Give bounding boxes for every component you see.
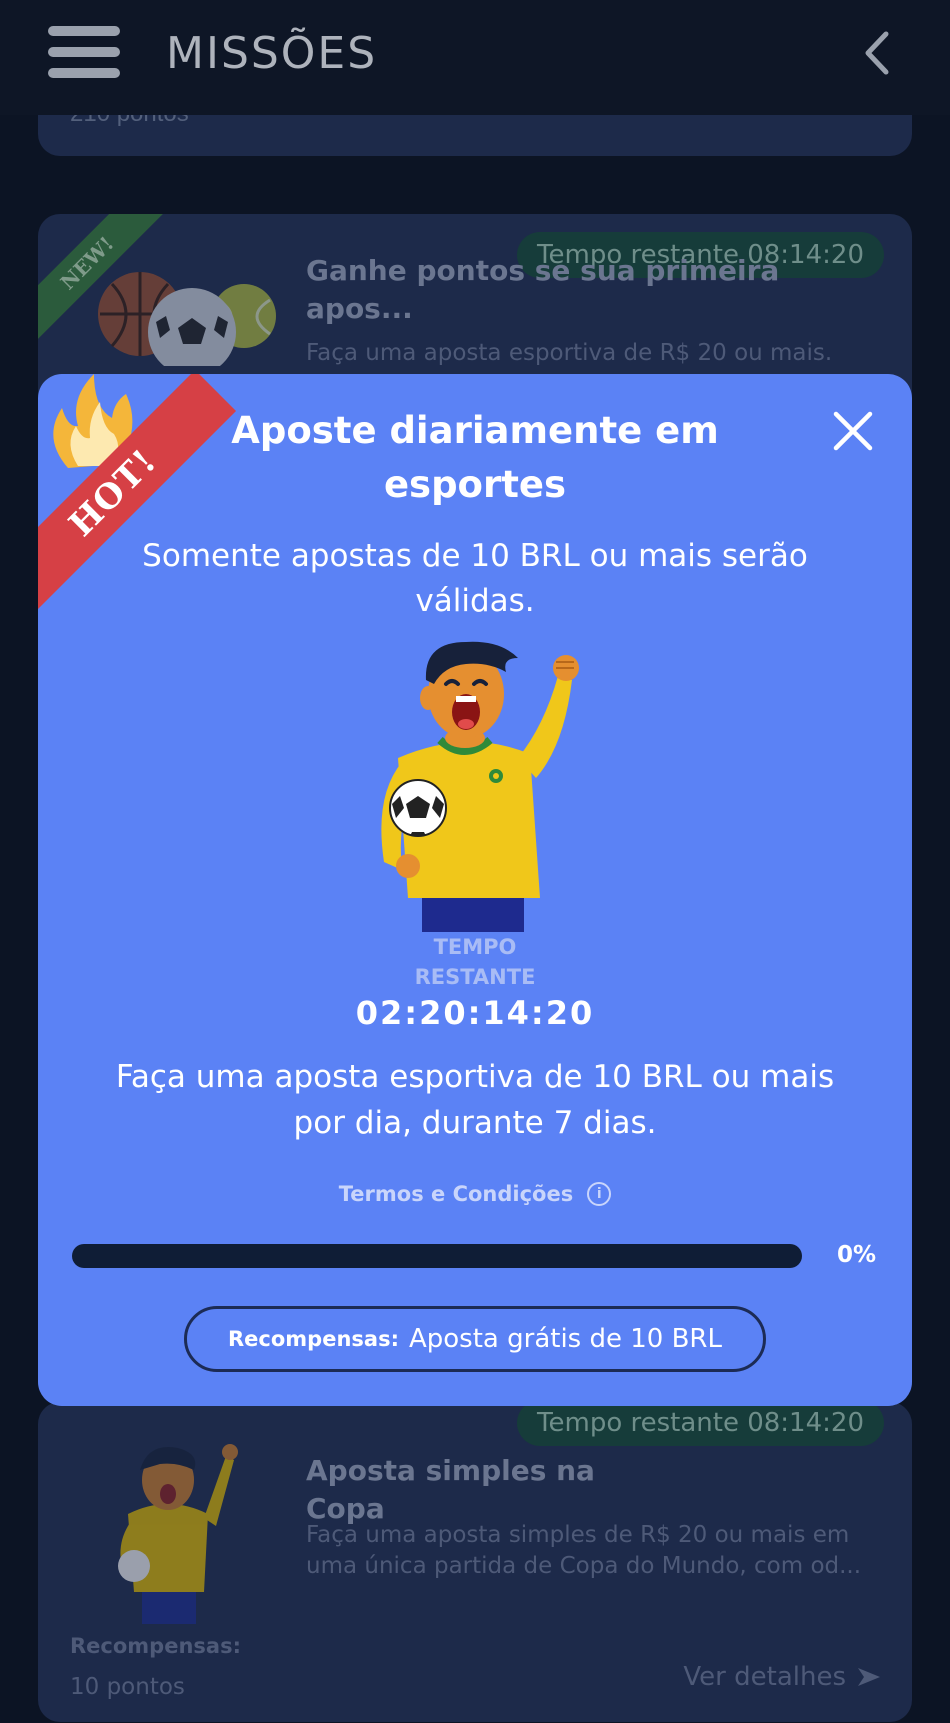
reward-badge: Recompensas: Aposta grátis de 10 BRL: [184, 1306, 766, 1372]
terms-label: Termos e Condições: [338, 1182, 574, 1206]
menu-icon[interactable]: [48, 26, 120, 78]
mission-card-copa[interactable]: Tempo restante 08:14:20 Aposta simples n…: [38, 1402, 912, 1722]
reward-value: Aposta grátis de 10 BRL: [408, 1324, 722, 1354]
terms-link[interactable]: Termos e Condições i: [38, 1182, 912, 1206]
mission-description: Faça uma aposta esportiva de 10 BRL ou m…: [115, 1059, 835, 1141]
mission-reward-value: 10 pontos: [70, 1674, 185, 1700]
mission-description: Faça uma aposta esportiva de R$ 20 ou ma…: [306, 340, 833, 366]
modal-subtitle: Somente apostas de 10 BRL ou mais serão …: [142, 538, 808, 619]
progress-bar: [72, 1244, 802, 1268]
mission-detail-modal: HOT! Aposte diariamente em esportes Some…: [38, 374, 912, 1406]
mission-timer-badge: Tempo restante 08:14:20: [517, 1402, 884, 1446]
page-title: MISSÕES: [166, 28, 378, 79]
time-remaining-value: 02:20:14:20: [355, 994, 595, 1032]
player-illustration-icon: [381, 641, 579, 932]
sports-balls-icon: [98, 272, 276, 366]
reward-label: Recompensas:: [228, 1327, 399, 1351]
mission-reward-label: Recompensas:: [70, 1634, 241, 1658]
modal-title: Aposte diariamente em esportes: [231, 409, 719, 506]
progress-percent: 0%: [836, 1242, 876, 1268]
info-icon[interactable]: i: [587, 1182, 612, 1206]
mission-title: Aposta simples na Copa: [306, 1454, 595, 1525]
close-icon[interactable]: [832, 410, 874, 452]
chevron-left-icon[interactable]: [862, 30, 890, 76]
arrow-right-icon: [858, 1668, 880, 1686]
view-details-link[interactable]: Ver detalhes: [683, 1662, 882, 1692]
app-header: MISSÕES: [0, 0, 950, 115]
view-details-label: Ver detalhes: [683, 1662, 846, 1692]
mission-title: Ganhe pontos se sua primeira apos...: [306, 254, 780, 325]
time-remaining-label: TEMPO RESTANTE: [414, 935, 536, 989]
player-illustration-icon: [118, 1444, 238, 1624]
mission-description: Faça uma aposta simples de R$ 20 ou mais…: [306, 1522, 862, 1579]
